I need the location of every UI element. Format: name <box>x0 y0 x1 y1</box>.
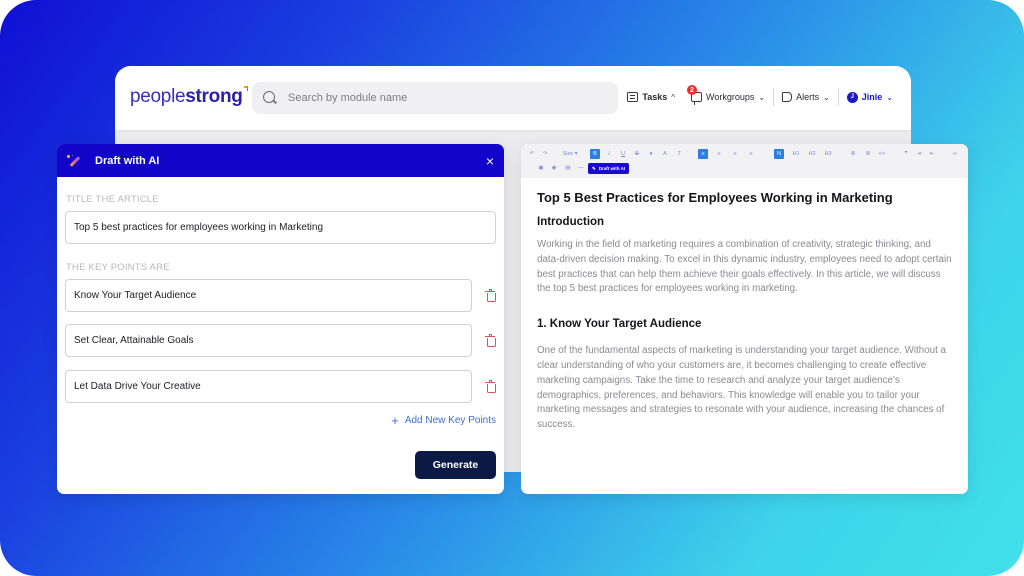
key-point-input[interactable] <box>74 290 471 301</box>
key-points-label: THE KEY POINTS ARE <box>66 262 170 273</box>
jinie-label: Jinie <box>861 92 883 102</box>
alerts-label: Alerts <box>796 92 820 102</box>
delete-key-point-icon[interactable] <box>485 334 496 347</box>
chevron-down-icon: ⌄ <box>886 92 893 102</box>
file-icon[interactable]: ▤ <box>563 163 573 173</box>
draft-with-ai-panel: Draft with AI × TITLE THE ARTICLE THE KE… <box>57 144 504 494</box>
add-key-points-link[interactable]: + Add New Key Points <box>391 412 496 428</box>
search-icon <box>262 90 278 106</box>
font-size-select[interactable]: Size ▾ <box>561 149 579 159</box>
title-field[interactable] <box>65 211 496 244</box>
tasks-label: Tasks <box>642 92 668 102</box>
logo-text-people: people <box>130 86 186 107</box>
tasks-menu[interactable]: Tasks ^ <box>619 92 683 102</box>
heading-3-button[interactable]: H3 <box>823 149 833 159</box>
article-editor: ↶ ↷ Size ▾ B I U S ● A T ≡ ≡ ≡ ≡ N H1 H2… <box>521 144 968 494</box>
normal-text-button[interactable]: N <box>774 149 784 159</box>
bold-button[interactable]: B <box>590 149 600 159</box>
bullet-list-icon[interactable]: ≣ <box>863 149 873 159</box>
quote-icon[interactable]: ❞ <box>901 149 911 159</box>
code-icon[interactable]: <> <box>877 149 887 159</box>
align-left-button[interactable]: ≡ <box>698 149 708 159</box>
indent-icon[interactable]: ⇥ <box>914 149 924 159</box>
draft-with-ai-label: Draft with AI <box>598 166 626 171</box>
heading-1-button[interactable]: H1 <box>791 149 801 159</box>
title-label: TITLE THE ARTICLE <box>66 194 159 205</box>
editor-toolbar: ↶ ↷ Size ▾ B I U S ● A T ≡ ≡ ≡ ≡ N H1 H2… <box>521 144 968 178</box>
workgroups-label: Workgroups <box>706 92 755 102</box>
video-icon[interactable]: ◉ <box>549 163 559 173</box>
draft-panel-header: Draft with AI × <box>57 144 504 177</box>
close-icon[interactable]: × <box>486 153 494 169</box>
jinie-icon: J <box>846 91 858 103</box>
heading-2-button[interactable]: H2 <box>807 149 817 159</box>
megaphone-icon <box>782 92 793 102</box>
clear-format-icon[interactable]: T <box>674 149 684 159</box>
key-point-field[interactable] <box>65 324 472 357</box>
key-point-field[interactable] <box>65 279 472 312</box>
chevron-up-icon: ^ <box>671 92 675 102</box>
logo-text-strong: strong <box>185 86 243 107</box>
align-right-button[interactable]: ≡ <box>730 149 740 159</box>
peoplestrong-logo[interactable]: peoplestrong <box>130 86 249 108</box>
workgroups-menu[interactable]: 2 Workgroups ⌄ <box>683 85 773 105</box>
italic-button[interactable]: I <box>604 149 614 159</box>
search-input[interactable] <box>288 92 588 104</box>
outdent-icon[interactable]: ⇤ <box>927 149 937 159</box>
ordered-list-icon[interactable]: ≣ <box>848 149 858 159</box>
alerts-menu[interactable]: Alerts ⌄ <box>774 92 838 102</box>
module-search[interactable] <box>252 82 618 114</box>
chevron-down-icon: ⌄ <box>823 92 830 102</box>
underline-button[interactable]: U <box>618 149 628 159</box>
horizontal-rule-icon[interactable]: — <box>576 163 586 173</box>
delete-key-point-icon[interactable] <box>485 380 496 393</box>
key-point-input[interactable] <box>74 381 471 392</box>
plus-icon: + <box>391 412 399 428</box>
draft-panel-title: Draft with AI <box>95 154 160 167</box>
top-nav: Tasks ^ 2 Workgroups ⌄ Alerts ⌄ J Jinie … <box>619 85 901 106</box>
highlight-icon[interactable]: A <box>660 149 670 159</box>
intro-paragraph: Working in the field of marketing requir… <box>537 239 952 295</box>
image-icon[interactable]: ▣ <box>536 163 546 173</box>
redo-icon[interactable]: ↷ <box>540 149 550 159</box>
logo-mark-icon <box>243 86 249 91</box>
tasks-icon <box>627 92 639 102</box>
section-heading: 1. Know Your Target Audience <box>537 318 702 331</box>
generate-button[interactable]: Generate <box>415 451 496 479</box>
justify-button[interactable]: ≡ <box>746 149 756 159</box>
undo-icon[interactable]: ↶ <box>527 149 537 159</box>
strikethrough-button[interactable]: S <box>632 149 642 159</box>
top-bar: peoplestrong Tasks ^ 2 Workgroups ⌄ <box>115 66 911 130</box>
article-title-input[interactable] <box>74 222 495 233</box>
jinie-menu[interactable]: J Jinie ⌄ <box>839 91 901 103</box>
add-key-points-label: Add New Key Points <box>404 415 496 426</box>
intro-heading: Introduction <box>537 216 605 228</box>
editor-content[interactable]: Top 5 Best Practices for Employees Worki… <box>521 178 968 433</box>
delete-key-point-icon[interactable] <box>485 289 496 302</box>
align-center-button[interactable]: ≡ <box>714 149 724 159</box>
magic-wand-icon <box>67 154 81 168</box>
key-point-field[interactable] <box>65 370 472 403</box>
article-heading: Top 5 Best Practices for Employees Worki… <box>537 190 893 205</box>
notification-badge: 2 <box>687 85 697 95</box>
magic-wand-icon: ✎ <box>592 165 596 171</box>
text-color-icon[interactable]: ● <box>646 149 656 159</box>
draft-with-ai-button[interactable]: ✎ Draft with AI <box>588 163 630 174</box>
link-icon[interactable]: ∞ <box>950 149 960 159</box>
chevron-down-icon: ⌄ <box>758 92 766 102</box>
section-paragraph: One of the fundamental aspects of market… <box>537 345 946 431</box>
key-point-input[interactable] <box>74 335 471 346</box>
